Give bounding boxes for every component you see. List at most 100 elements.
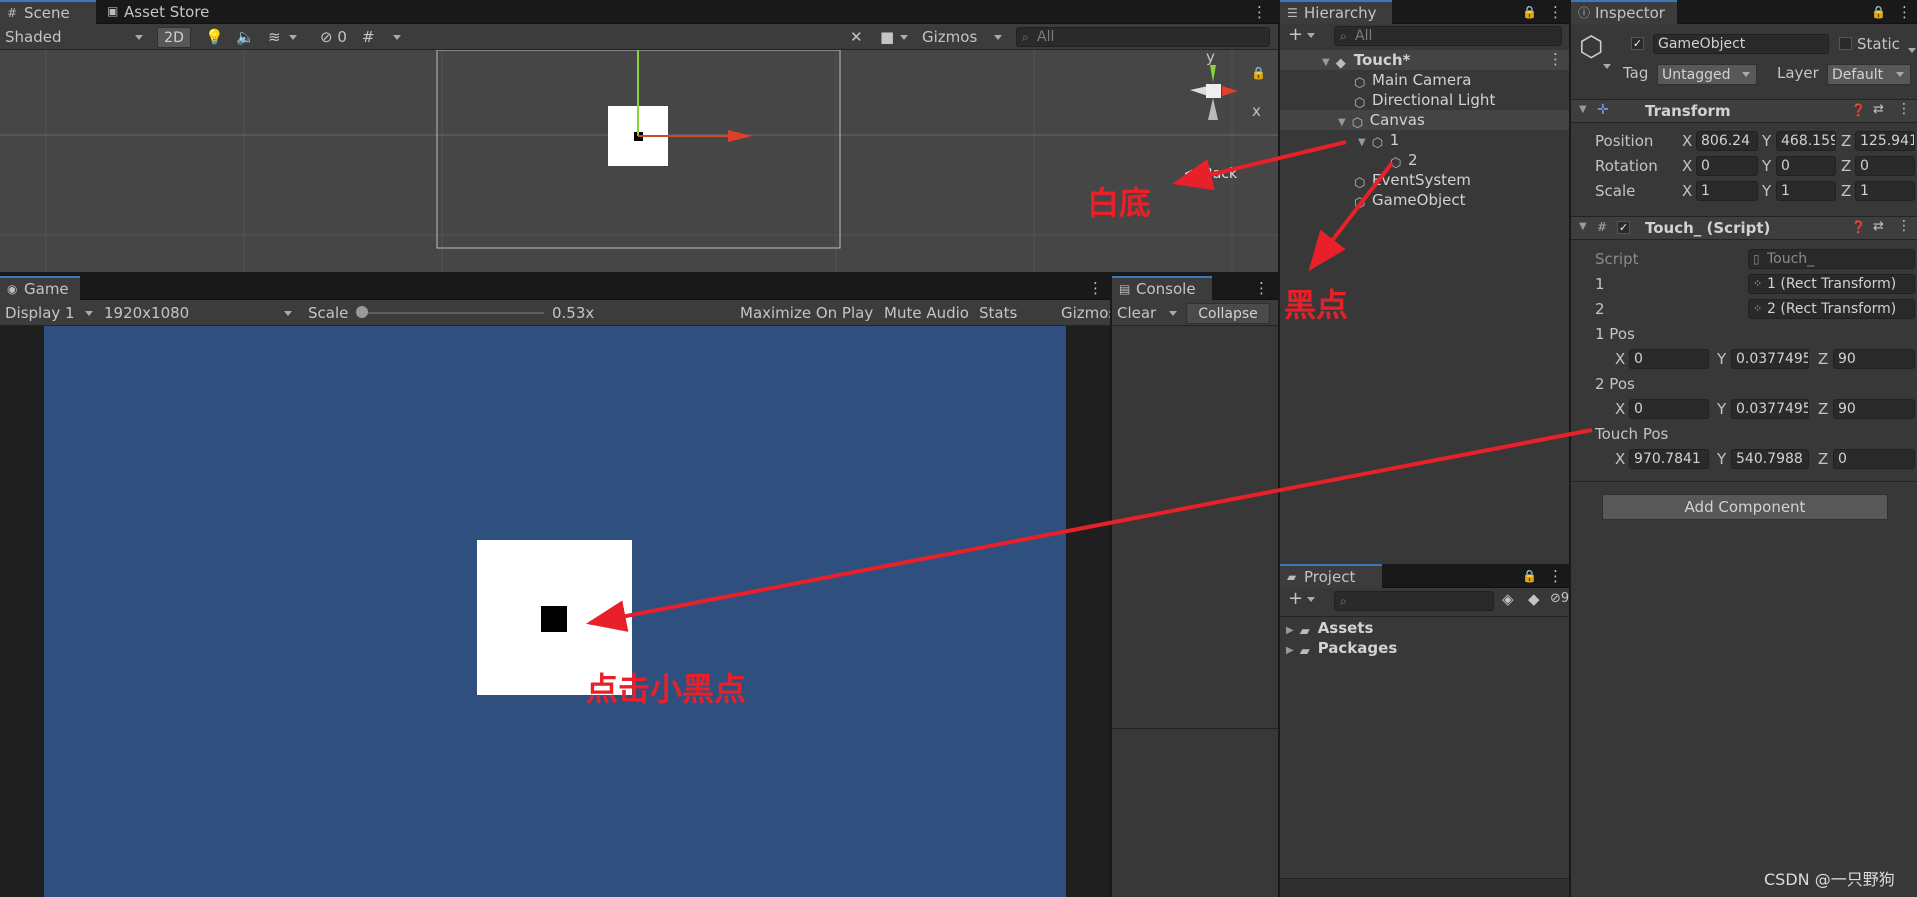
toggle-2d-button[interactable]: 2D	[157, 27, 191, 48]
folder-packages[interactable]: ▶ ▰ Packages	[1286, 638, 1397, 658]
project-search-input[interactable]: ⌕	[1334, 591, 1494, 611]
hidden-packages-icon[interactable]: ⊘9	[1550, 588, 1569, 610]
console-menu-icon[interactable]: ⋮	[1254, 277, 1269, 299]
display-dropdown[interactable]: Display 1	[5, 302, 97, 324]
grid-snap-icon[interactable]: #	[362, 26, 401, 48]
touch-y-field[interactable]: 540.7988	[1731, 449, 1809, 469]
pos1-z-field[interactable]: 90	[1833, 349, 1915, 369]
maximize-on-play-button[interactable]: Maximize On Play	[740, 302, 873, 324]
draw-mode-dropdown[interactable]: Shaded	[5, 26, 145, 48]
preset-icon[interactable]: ⇄	[1873, 219, 1884, 234]
hierarchy-search-input[interactable]: ⌕ All	[1334, 26, 1562, 46]
layer-dropdown[interactable]: Default	[1827, 64, 1911, 85]
script-header[interactable]: ▼ # ✓ Touch_ (Script) ❓ ⇄ ⋮	[1571, 216, 1917, 240]
scale-y-field[interactable]: 1	[1776, 181, 1836, 201]
script-enabled-checkbox[interactable]: ✓	[1617, 221, 1630, 234]
help-icon[interactable]: ❓	[1851, 103, 1866, 117]
scene-row-menu-icon[interactable]: ⋮	[1548, 48, 1563, 70]
resolution-dropdown[interactable]: 1920x1080	[104, 302, 294, 324]
static-checkbox[interactable]	[1839, 37, 1852, 50]
preset-icon[interactable]: ⇄	[1873, 102, 1884, 117]
scene-viewport[interactable]: y x 🔒 ≪ Back	[0, 50, 1278, 272]
rotation-y-field[interactable]: 0	[1776, 156, 1836, 176]
hierarchy-item-1[interactable]: ▼ ⬡ 1	[1358, 130, 1399, 150]
rotation-x-field[interactable]: 0	[1696, 156, 1758, 176]
filter-type-icon[interactable]: ◈	[1502, 588, 1514, 610]
component-menu-icon[interactable]: ⋮	[1897, 101, 1911, 117]
static-label: Static	[1857, 35, 1900, 53]
scale-x-field[interactable]: 1	[1696, 181, 1758, 201]
clear-button[interactable]: Clear	[1117, 302, 1179, 324]
rotation-z-field[interactable]: 0	[1855, 156, 1915, 176]
add-component-button[interactable]: Add Component	[1602, 494, 1888, 520]
position-z-field[interactable]: 125.941	[1855, 131, 1915, 151]
lighting-icon[interactable]: 💡	[205, 26, 224, 48]
mute-audio-button[interactable]: Mute Audio	[884, 302, 969, 324]
tools-icon[interactable]: ✕	[850, 26, 863, 48]
pos1-x-field[interactable]: 0	[1629, 349, 1709, 369]
tab-hierarchy[interactable]: ☰ Hierarchy	[1280, 0, 1392, 24]
tab-game[interactable]: ◉ Game	[0, 276, 80, 300]
chevron-down-icon[interactable]	[1908, 42, 1916, 58]
pos1-y-field[interactable]: 0.0377495	[1731, 349, 1809, 369]
folder-assets[interactable]: ▶ ▰ Assets	[1286, 618, 1373, 638]
tab-scene[interactable]: # Scene	[0, 0, 96, 24]
audio-icon[interactable]: 🔈	[236, 26, 255, 48]
game-viewport[interactable]	[44, 326, 1066, 897]
tab-console[interactable]: ▤ Console	[1112, 276, 1212, 300]
collapse-button[interactable]: Collapse	[1186, 303, 1270, 324]
component-menu-icon[interactable]: ⋮	[1897, 218, 1911, 234]
console-log-area[interactable]	[1112, 326, 1278, 728]
tab-project[interactable]: ▰ Project	[1280, 564, 1382, 588]
hidden-objects-icon[interactable]: ⊘ 0	[320, 26, 347, 48]
field-1-object[interactable]: ⁘ 1 (Rect Transform)	[1748, 274, 1915, 294]
scene-root-item[interactable]: ▼ ◆ Touch*	[1322, 50, 1410, 70]
object-name-input[interactable]: GameObject	[1653, 34, 1829, 54]
hierarchy-item-canvas[interactable]: ▼ ⬡ Canvas	[1338, 110, 1425, 130]
game-gizmos-dropdown[interactable]: Gizmos	[1061, 302, 1116, 324]
pos2-y-field[interactable]: 0.0377495	[1731, 399, 1809, 419]
touch-x-field[interactable]: 970.7841	[1629, 449, 1709, 469]
hierarchy-item-main-camera[interactable]: ⬡ Main Camera	[1354, 70, 1471, 90]
transform-header[interactable]: ▼ ✛ Transform ❓ ⇄ ⋮	[1571, 99, 1917, 123]
position-y-field[interactable]: 468.159	[1776, 131, 1836, 151]
tab-inspector[interactable]: ⓘ Inspector	[1571, 0, 1677, 24]
field-2-object[interactable]: ⁘ 2 (Rect Transform)	[1748, 299, 1915, 319]
console-detail-area[interactable]	[1112, 728, 1278, 897]
scale-slider-thumb[interactable]	[356, 306, 368, 318]
scale-slider-track[interactable]	[360, 312, 544, 314]
inspector-menu-icon[interactable]: ⋮	[1897, 1, 1912, 23]
filter-label-icon[interactable]: ◆	[1528, 588, 1540, 610]
hierarchy-item-directional-light[interactable]: ⬡ Directional Light	[1354, 90, 1495, 110]
position-x-field[interactable]: 806.24	[1696, 131, 1758, 151]
scene-menu-icon[interactable]: ⋮	[1252, 1, 1267, 23]
stats-button[interactable]: Stats	[979, 302, 1017, 324]
tab-asset-store[interactable]: ▣ Asset Store	[100, 0, 220, 24]
lock-icon[interactable]: 🔒	[1251, 66, 1266, 80]
camera-icon[interactable]: ■	[880, 26, 909, 48]
pos2-x-field[interactable]: 0	[1629, 399, 1709, 419]
chevron-down-icon[interactable]	[1603, 58, 1611, 74]
hierarchy-item-gameobject[interactable]: ⬡ GameObject	[1354, 190, 1466, 210]
scene-gizmos-dropdown[interactable]: Gizmos	[922, 26, 1006, 48]
effects-icon[interactable]: ≋	[268, 26, 297, 48]
scene-search-input[interactable]: ⌕ All	[1016, 27, 1270, 47]
black-dot-button[interactable]	[541, 606, 567, 632]
help-icon[interactable]: ❓	[1851, 220, 1866, 234]
project-menu-icon[interactable]: ⋮	[1548, 565, 1563, 587]
active-checkbox[interactable]: ✓	[1631, 37, 1644, 50]
project-lock-icon[interactable]: 🔒	[1522, 565, 1537, 587]
scale-z-field[interactable]: 1	[1855, 181, 1915, 201]
inspector-lock-icon[interactable]: 🔒	[1871, 1, 1886, 23]
hierarchy-item-eventsystem[interactable]: ⬡ EventSystem	[1354, 170, 1471, 190]
hierarchy-menu-icon[interactable]: ⋮	[1548, 1, 1563, 23]
project-add-icon[interactable]: +	[1288, 588, 1316, 610]
touch-z-field[interactable]: 0	[1833, 449, 1915, 469]
pos2-z-field[interactable]: 90	[1833, 399, 1915, 419]
hierarchy-lock-icon[interactable]: 🔒	[1522, 1, 1537, 23]
add-object-icon[interactable]: +	[1288, 24, 1316, 46]
tag-dropdown[interactable]: Untagged	[1657, 64, 1757, 85]
orientation-gizmo[interactable]	[1170, 60, 1260, 140]
game-menu-icon[interactable]: ⋮	[1088, 277, 1103, 299]
hierarchy-item-2[interactable]: ⬡ 2	[1390, 150, 1418, 170]
